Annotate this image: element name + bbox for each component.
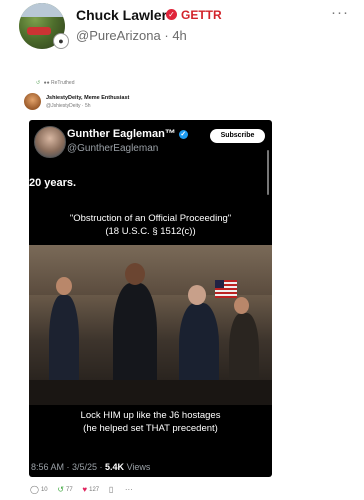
more-actions-button[interactable]: ···	[125, 485, 135, 494]
retruth-avatars-icon: ●●	[43, 80, 50, 86]
platform-label: GETTR	[181, 8, 222, 22]
author-name[interactable]: Chuck Lawler	[76, 7, 167, 23]
card-author-avatar	[34, 126, 66, 158]
card-obstruction-line2: (18 U.S.C. § 1512(c))	[105, 226, 196, 237]
retruth-indicator: ↺ ●● ReTruthed	[36, 80, 74, 86]
card-obstruction-line1: "Obstruction of an Official Proceeding"	[69, 213, 232, 224]
card-caption-line1: Lock HIM up like the J6 hostages	[80, 410, 221, 421]
bookmark-icon: ▯	[108, 485, 114, 494]
reply-count: 10	[40, 486, 48, 493]
card-views-label: Views	[124, 462, 151, 472]
embedded-post-image[interactable]: Gunther Eagleman™ ✓ @GuntherEagleman Subs…	[29, 120, 272, 477]
card-author-handle: @GuntherEagleman	[67, 143, 159, 154]
subscribe-button: Subscribe	[210, 129, 265, 143]
heart-icon: ♥	[82, 485, 88, 494]
more-actions-icon: ···	[124, 485, 133, 494]
card-views-count: 5.4K	[105, 462, 125, 472]
chamber-photo	[29, 245, 272, 405]
photo-floor	[29, 380, 272, 405]
reply-button[interactable]: ◯ 10	[30, 485, 48, 494]
gettr-logo-icon: ✓	[166, 9, 177, 20]
card-author-name-text: Gunther Eagleman™	[67, 128, 176, 140]
retruth-action-icon: ↺	[57, 485, 65, 494]
retruth-icon: ↺	[36, 80, 41, 86]
author-handle[interactable]: @PureArizona	[76, 28, 161, 43]
retruth-count: 77	[66, 486, 73, 493]
photo-head	[125, 263, 145, 285]
inner-author-avatar[interactable]	[24, 93, 41, 110]
photo-head	[234, 297, 249, 314]
post-actions: ◯ 10 ↺ 77 ♥ 127 ▯ ···	[30, 485, 143, 497]
bookmark-button[interactable]: ▯	[109, 485, 115, 494]
photo-head	[188, 285, 206, 305]
avatar-car	[27, 27, 51, 35]
retruth-label: ReTruthed	[51, 80, 75, 86]
reply-icon: ◯	[30, 485, 39, 494]
verified-check-icon: ✓	[178, 130, 188, 139]
more-options-icon[interactable]: ···	[331, 4, 349, 21]
card-meta: 8:56 AM · 3/5/25 · 5.4K Views	[31, 462, 150, 472]
card-scrollbar	[267, 150, 269, 195]
card-author-name: Gunther Eagleman™ ✓	[67, 128, 188, 140]
gettr-badge-icon: ●	[53, 33, 69, 49]
like-button[interactable]: ♥ 127	[82, 485, 99, 494]
flag-icon	[215, 280, 237, 298]
author-handle-line: @PureArizona · 4h	[76, 28, 187, 43]
card-caption-line2: (he helped set THAT precedent)	[83, 423, 218, 434]
retruth-button[interactable]: ↺ 77	[57, 485, 72, 494]
photo-head	[56, 277, 72, 295]
post-time[interactable]: 4h	[172, 28, 186, 43]
inner-author-name[interactable]: JshiestyDeity, Meme Enthusiast	[46, 95, 129, 101]
inner-author-handle: @JshiestyDeity · 5h	[46, 103, 91, 109]
like-count: 127	[89, 486, 100, 493]
avatar-sky	[19, 3, 65, 17]
card-years-text: 20 years.	[29, 177, 77, 189]
card-timestamp: 8:56 AM · 3/5/25 ·	[31, 462, 106, 472]
